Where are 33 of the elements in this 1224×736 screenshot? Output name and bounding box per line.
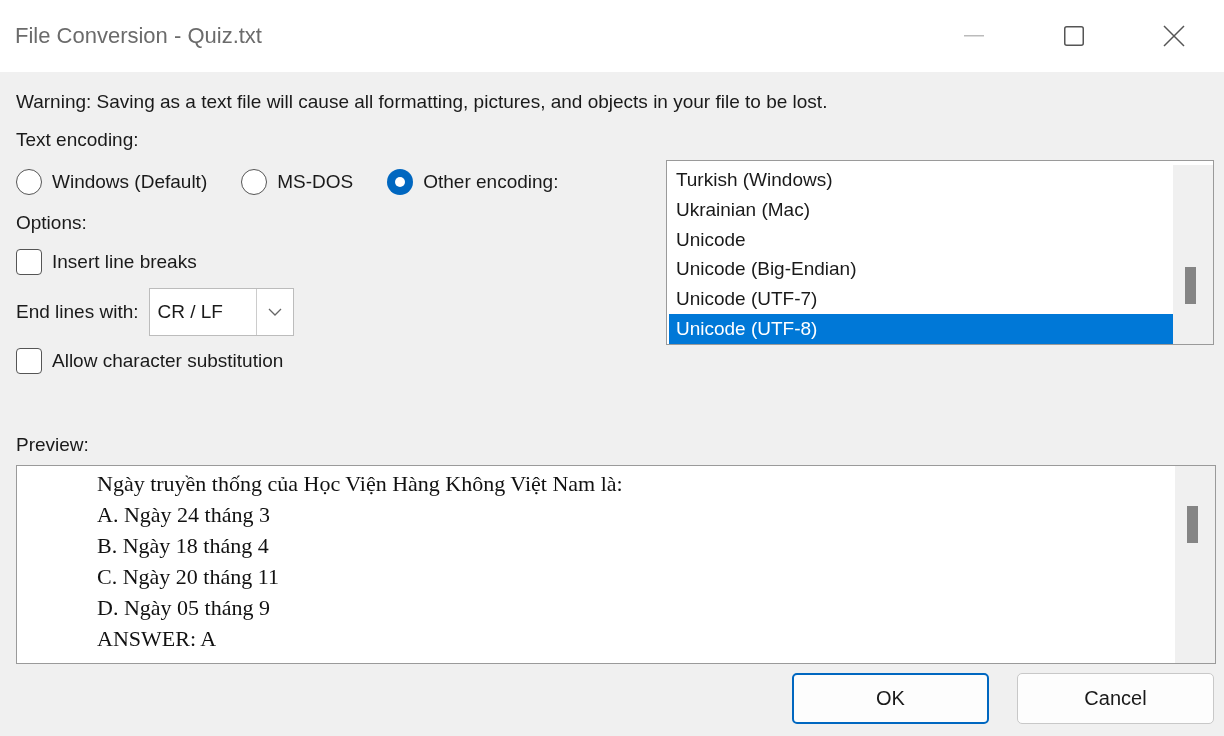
list-item[interactable]: Ukrainian (Mac) [668,194,1173,225]
cancel-button[interactable]: Cancel [1017,673,1214,724]
list-item[interactable]: Unicode [668,224,1173,255]
encoding-list[interactable]: Turkish (Windows) Ukrainian (Mac) Unicode Unicode (Big-Endian) Unicode (UTF-7) Unicode (UTF-8) [665,160,1214,345]
section-label: Text encoding: [16,128,140,152]
radio-option[interactable]: MS-DOS [241,169,354,195]
end-lines-label: End lines with: [16,300,139,324]
ok-button[interactable]: OK [792,673,989,724]
minimize-icon [964,35,984,37]
preview-line: Ngày truyền thống của Học Viện Hàng Không Việt Nam là: [97,470,624,498]
radio-option[interactable]: Other encoding: [387,169,559,195]
allow-substitution-checkbox[interactable]: Allow character substitution [16,348,666,374]
list-item[interactable]: Unicode (UTF-8) [668,314,1173,344]
preview-line: D. Ngày 05 tháng 9 [97,594,271,622]
end-lines-dropdown[interactable]: CR / LF [148,288,294,336]
section-label: Options: [16,211,88,235]
preview-label: Preview: [16,433,90,457]
insert-line-breaks-checkbox[interactable]: Insert line breaks [16,249,666,275]
preview-line: A. Ngày 24 tháng 3 [97,501,271,529]
preview-line: ANSWER: A [97,625,218,653]
list-item[interactable]: Unicode (Big-Endian) [668,254,1173,285]
close-icon [1163,25,1185,47]
radio-option[interactable]: Windows (Default) [16,169,208,195]
window-title: File Conversion - Quiz.txt [15,23,263,49]
chevron-down-icon [267,308,282,316]
list-item[interactable]: Unicode (UTF-7) [668,284,1173,315]
warning-text: Warning: Saving as a text file will cause all formatting, pictures, and objects in your file to be lost. [16,90,829,114]
scrollbar-thumb[interactable] [1187,506,1198,543]
maximize-icon [1064,26,1084,46]
list-item[interactable]: Turkish (Windows) [668,165,1173,195]
preview-line: C. Ngày 20 tháng 11 [97,563,280,591]
scrollbar-thumb[interactable] [1185,267,1196,304]
preview-line: B. Ngày 18 tháng 4 [97,532,270,560]
